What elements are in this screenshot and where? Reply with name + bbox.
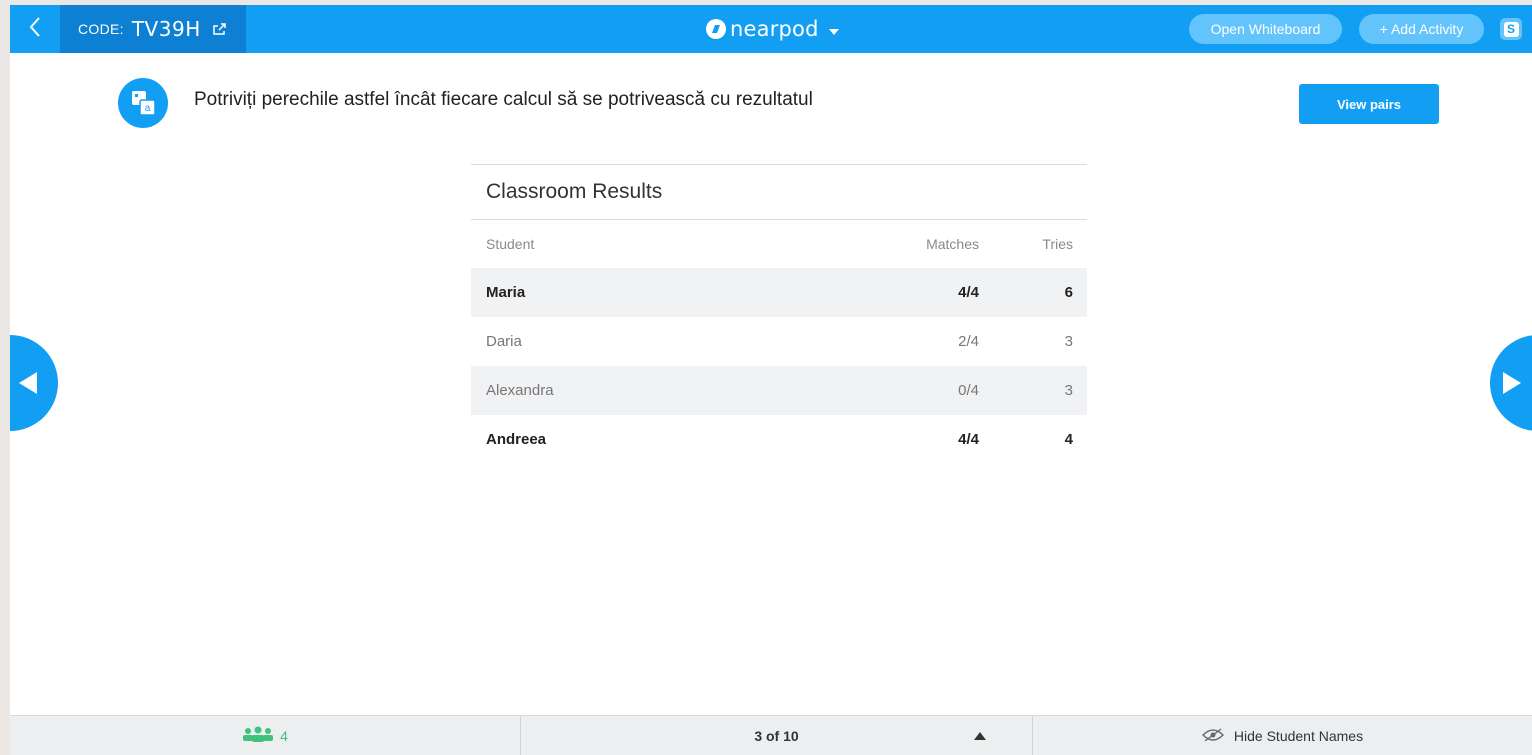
arrow-left-icon xyxy=(19,372,37,399)
code-value: TV39H xyxy=(131,17,201,41)
nearpod-menu[interactable]: nearpod xyxy=(706,5,839,53)
table-row[interactable]: Maria 4/4 6 xyxy=(471,268,1087,317)
student-matches: 4/4 xyxy=(958,284,979,301)
column-student: Student xyxy=(486,236,535,252)
student-name: Daria xyxy=(486,333,522,350)
caret-down-icon xyxy=(828,22,839,40)
profile-button[interactable]: S xyxy=(1500,18,1522,40)
table-header: Student Matches Tries xyxy=(471,220,1087,268)
app-window: CODE: TV39H nearpod Open Whiteboard + Ad… xyxy=(10,5,1532,755)
open-whiteboard-button[interactable]: Open Whiteboard xyxy=(1189,14,1342,44)
students-button[interactable]: 4 xyxy=(10,716,520,755)
slide-counter: 3 of 10 xyxy=(754,728,799,744)
view-pairs-button[interactable]: View pairs xyxy=(1299,84,1439,124)
table-row[interactable]: Andreea 4/4 4 xyxy=(471,415,1087,464)
table-row[interactable]: Daria 2/4 3 xyxy=(471,317,1087,366)
student-matches: 4/4 xyxy=(958,431,979,448)
next-slide-button[interactable] xyxy=(1490,335,1532,431)
previous-slide-button[interactable] xyxy=(10,335,58,431)
students-icon xyxy=(242,726,274,747)
student-tries: 3 xyxy=(1064,382,1073,399)
activity-title: Potriviți perechile astfel încât fiecare… xyxy=(194,89,813,110)
session-code[interactable]: CODE: TV39H xyxy=(60,5,246,53)
column-tries: Tries xyxy=(1042,236,1073,252)
hide-names-label: Hide Student Names xyxy=(1233,728,1364,744)
student-name: Andreea xyxy=(486,431,547,448)
column-matches: Matches xyxy=(926,236,979,252)
bottom-bar: 4 3 of 10 Hide Student Names xyxy=(10,715,1532,755)
code-label: CODE: xyxy=(78,21,124,37)
student-name: Alexandra xyxy=(486,382,554,399)
classroom-results: Classroom Results Student Matches Tries … xyxy=(471,164,1087,464)
nearpod-logo-icon xyxy=(706,19,726,39)
top-bar: CODE: TV39H nearpod Open Whiteboard + Ad… xyxy=(10,5,1532,53)
student-matches: 2/4 xyxy=(958,333,979,350)
arrow-right-icon xyxy=(1503,372,1521,399)
student-tries: 6 xyxy=(1064,284,1073,301)
matching-pairs-icon: a xyxy=(118,78,168,128)
table-row[interactable]: Alexandra 0/4 3 xyxy=(471,366,1087,415)
student-name: Maria xyxy=(486,284,526,301)
student-tries: 4 xyxy=(1064,431,1073,448)
triangle-up-icon xyxy=(974,727,986,745)
student-matches: 0/4 xyxy=(958,382,979,399)
icon-letter: a xyxy=(145,103,151,114)
hide-student-names-button[interactable]: Hide Student Names xyxy=(1033,716,1532,755)
share-icon xyxy=(212,23,227,35)
profile-letter: S xyxy=(1503,21,1519,37)
brand-name: nearpod xyxy=(730,17,819,41)
add-activity-button[interactable]: + Add Activity xyxy=(1359,14,1484,44)
back-button[interactable] xyxy=(10,5,60,53)
student-count: 4 xyxy=(280,728,288,744)
slides-toggle-button[interactable] xyxy=(965,716,995,755)
eye-slash-icon xyxy=(1201,727,1224,745)
results-title: Classroom Results xyxy=(471,165,1087,220)
chevron-left-icon xyxy=(29,16,41,42)
student-tries: 3 xyxy=(1064,333,1073,350)
